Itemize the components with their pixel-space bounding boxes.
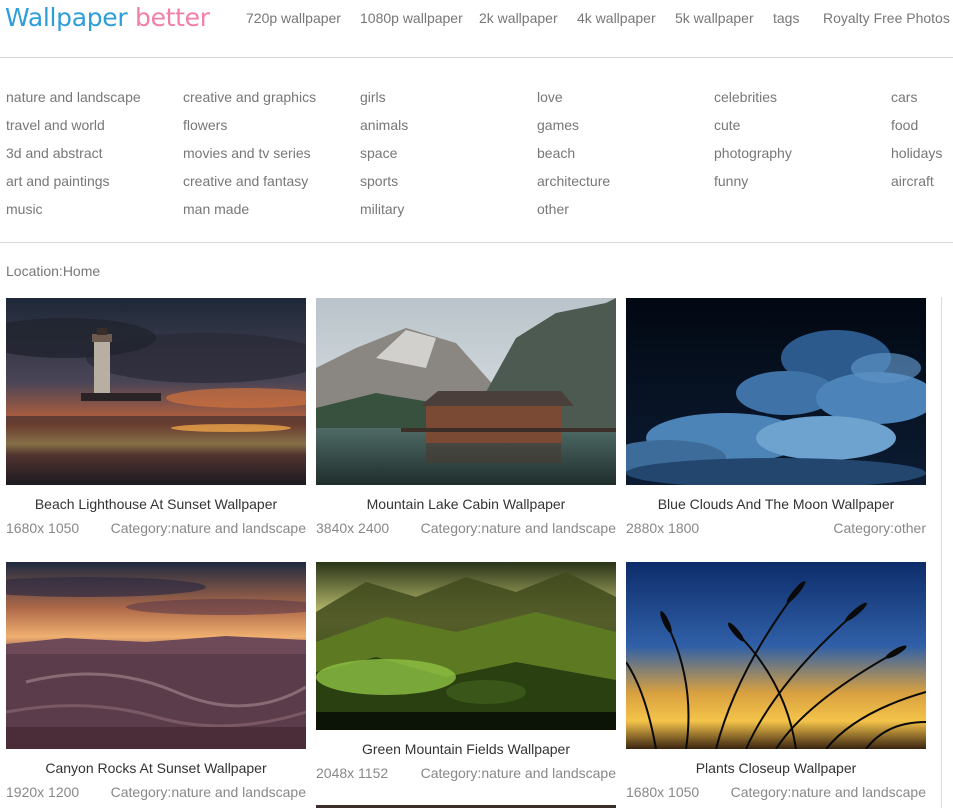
- wallpaper-title[interactable]: Plants Closeup Wallpaper: [626, 760, 926, 776]
- category-link[interactable]: photography: [714, 145, 792, 161]
- category-link[interactable]: architecture: [537, 173, 610, 189]
- category-value: nature and landscape: [171, 784, 306, 800]
- wallpaper-resolution: 3840x 2400: [316, 520, 390, 536]
- wallpaper-resolution: 1680x 1050: [626, 784, 700, 800]
- category-prefix: Category:: [110, 520, 172, 536]
- category-link[interactable]: sports: [360, 173, 398, 189]
- category-prefix: Category:: [833, 520, 895, 536]
- nav-tags[interactable]: tags: [773, 10, 799, 26]
- wallpaper-resolution: 2048x 1152: [316, 765, 389, 781]
- category-link[interactable]: man made: [183, 201, 249, 217]
- category-value: other: [894, 520, 926, 536]
- logo-word-wallpaper: Wallpaper: [5, 3, 128, 32]
- wallpaper-thumbnail-mountain-cabin[interactable]: [316, 298, 616, 485]
- category-link[interactable]: music: [6, 201, 43, 217]
- site-header: Wallpaper better 720p wallpaper 1080p wa…: [0, 0, 953, 58]
- category-prefix: Category:: [420, 520, 482, 536]
- nav-royalty-free-photos[interactable]: Royalty Free Photos: [823, 10, 950, 26]
- nav-4k[interactable]: 4k wallpaper: [577, 10, 656, 26]
- category-link[interactable]: military: [360, 201, 404, 217]
- wallpaper-thumbnail-blue-clouds[interactable]: [626, 298, 926, 485]
- wallpaper-category[interactable]: Category:nature and landscape: [111, 520, 306, 536]
- category-link[interactable]: beach: [537, 145, 575, 161]
- category-link[interactable]: girls: [360, 89, 386, 105]
- category-menu: nature and landscape travel and world 3d…: [0, 58, 953, 243]
- wallpaper-title[interactable]: Green Mountain Fields Wallpaper: [316, 741, 616, 757]
- wallpaper-thumbnail-plants[interactable]: [626, 562, 926, 749]
- wallpaper-thumbnail-green-fields[interactable]: [316, 562, 616, 730]
- category-link[interactable]: love: [537, 89, 563, 105]
- category-link[interactable]: aircraft: [891, 173, 934, 189]
- category-prefix: Category:: [730, 784, 792, 800]
- wallpaper-category[interactable]: Category:nature and landscape: [731, 784, 926, 800]
- wallpaper-resolution: 1680x 1050: [6, 520, 80, 536]
- wallpaper-category[interactable]: Category:nature and landscape: [111, 784, 306, 800]
- wallpaper-title[interactable]: Mountain Lake Cabin Wallpaper: [316, 496, 616, 512]
- nav-1080p[interactable]: 1080p wallpaper: [360, 10, 463, 26]
- wallpaper-category[interactable]: Category:other: [833, 520, 926, 536]
- category-link[interactable]: travel and world: [6, 117, 105, 133]
- wallpaper-title[interactable]: Canyon Rocks At Sunset Wallpaper: [6, 760, 306, 776]
- site-logo[interactable]: Wallpaper better: [5, 3, 210, 32]
- wallpaper-title[interactable]: Beach Lighthouse At Sunset Wallpaper: [6, 496, 306, 512]
- category-link[interactable]: space: [360, 145, 397, 161]
- category-link[interactable]: animals: [360, 117, 408, 133]
- category-link[interactable]: celebrities: [714, 89, 777, 105]
- column-divider: [941, 297, 942, 808]
- wallpaper-category[interactable]: Category:nature and landscape: [421, 520, 616, 536]
- category-link[interactable]: creative and graphics: [183, 89, 316, 105]
- wallpaper-resolution: 1920x 1200: [6, 784, 80, 800]
- category-value: nature and landscape: [481, 765, 616, 781]
- category-link[interactable]: cute: [714, 117, 740, 133]
- wallpaper-card: Canyon Rocks At Sunset Wallpaper 1920x 1…: [6, 562, 306, 808]
- category-link[interactable]: games: [537, 117, 579, 133]
- category-prefix: Category:: [110, 784, 172, 800]
- category-link[interactable]: art and paintings: [6, 173, 110, 189]
- category-link[interactable]: cars: [891, 89, 917, 105]
- category-link[interactable]: funny: [714, 173, 748, 189]
- category-link[interactable]: flowers: [183, 117, 227, 133]
- category-link[interactable]: movies and tv series: [183, 145, 311, 161]
- breadcrumb: Location:Home: [6, 263, 101, 279]
- wallpaper-thumbnail-canyon[interactable]: [6, 562, 306, 749]
- nav-2k[interactable]: 2k wallpaper: [479, 10, 558, 26]
- nav-720p[interactable]: 720p wallpaper: [246, 10, 341, 26]
- wallpaper-resolution: 2880x 1800: [626, 520, 700, 536]
- category-link[interactable]: holidays: [891, 145, 942, 161]
- wallpaper-card: Mountain Lake Cabin Wallpaper 3840x 2400…: [316, 298, 616, 548]
- wallpaper-card: Plants Closeup Wallpaper 1680x 1050 Cate…: [626, 562, 926, 808]
- wallpaper-card: Blue Clouds And The Moon Wallpaper 2880x…: [626, 298, 926, 548]
- logo-word-better: better: [135, 3, 210, 32]
- category-link[interactable]: other: [537, 201, 569, 217]
- category-link[interactable]: creative and fantasy: [183, 173, 308, 189]
- nav-5k[interactable]: 5k wallpaper: [675, 10, 754, 26]
- wallpaper-card: Beach Lighthouse At Sunset Wallpaper 168…: [6, 298, 306, 548]
- category-link[interactable]: 3d and abstract: [6, 145, 103, 161]
- wallpaper-card: Green Mountain Fields Wallpaper 2048x 11…: [316, 562, 616, 808]
- wallpaper-thumbnail-lighthouse[interactable]: [6, 298, 306, 485]
- category-value: nature and landscape: [791, 784, 926, 800]
- wallpaper-category[interactable]: Category:nature and landscape: [421, 765, 616, 781]
- category-value: nature and landscape: [171, 520, 306, 536]
- category-link[interactable]: nature and landscape: [6, 89, 141, 105]
- category-value: nature and landscape: [481, 520, 616, 536]
- wallpaper-title[interactable]: Blue Clouds And The Moon Wallpaper: [626, 496, 926, 512]
- category-link[interactable]: food: [891, 117, 918, 133]
- category-prefix: Category:: [420, 765, 482, 781]
